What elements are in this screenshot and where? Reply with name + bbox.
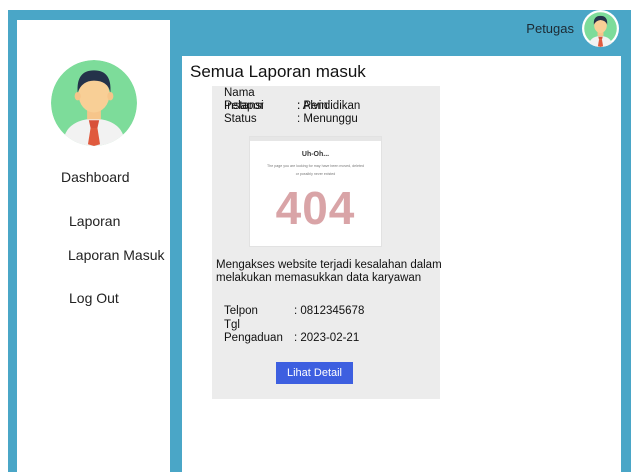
report-date-row: Tgl Pengaduan : 2023-02-21 <box>224 319 359 345</box>
report-card: Nama Pelapor: Alvin Instansi: Pendidikan… <box>212 86 442 399</box>
report-date-value: : 2023-02-21 <box>294 332 360 344</box>
screenshot-error-code: 404 <box>275 182 356 234</box>
status-value: : Menunggu <box>297 113 358 125</box>
status-label: Status <box>224 113 257 125</box>
institution-label: Instansi <box>224 100 264 112</box>
sidebar-item-dashboard[interactable]: Dashboard <box>61 169 130 185</box>
user-role-label: Petugas <box>526 21 574 36</box>
phone-label: Telpon <box>224 305 258 317</box>
report-screenshot: Uh-Oh... The page you are looking for ma… <box>249 136 382 247</box>
institution-value: : Pendidikan <box>297 100 361 112</box>
topbar-user[interactable]: Petugas <box>526 10 619 47</box>
screenshot-text-line2: or possibly never existed <box>295 172 336 176</box>
profile-avatar-icon <box>51 60 137 146</box>
user-avatar-icon[interactable] <box>582 10 619 47</box>
screenshot-heading: Uh-Oh... <box>301 151 330 158</box>
institution-row: Instansi : Pendidikan <box>224 100 360 113</box>
report-description: Mengakses website terjadi kesalahan dala… <box>216 259 442 284</box>
sidebar-item-laporan[interactable]: Laporan <box>69 213 120 229</box>
status-row: Status : Menunggu <box>224 113 358 126</box>
screenshot-browser-bar <box>250 137 381 141</box>
sidebar <box>17 20 170 472</box>
screenshot-text-line1: The page you are looking for may have be… <box>267 164 364 168</box>
phone-row: Telpon : 0812345678 <box>224 305 364 318</box>
phone-value: : 0812345678 <box>294 305 365 317</box>
sidebar-item-logout[interactable]: Log Out <box>69 290 119 306</box>
view-detail-button[interactable]: Lihat Detail <box>276 362 353 384</box>
sidebar-item-laporan-masuk[interactable]: Laporan Masuk <box>68 247 165 263</box>
report-date-label: Tgl Pengaduan <box>224 319 283 344</box>
page-title: Semua Laporan masuk <box>190 62 366 81</box>
